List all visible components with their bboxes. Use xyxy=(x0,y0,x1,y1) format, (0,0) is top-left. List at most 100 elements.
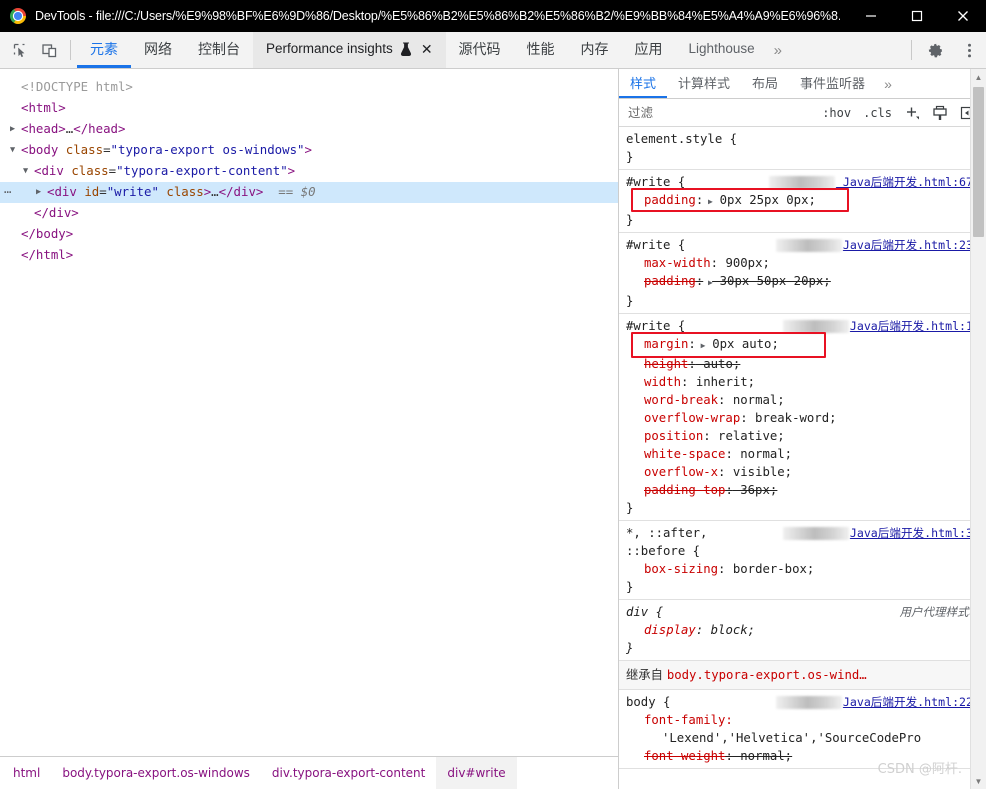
dom-node-selected[interactable]: ⋯ ▶ <div id = "write" class >… </div> == $0 xyxy=(0,182,618,203)
css-declaration[interactable]: position: relative; xyxy=(626,427,986,445)
css-property-value[interactable]: 0px auto; xyxy=(705,337,779,351)
scroll-up-arrow[interactable]: ▲ xyxy=(971,69,986,85)
css-selector[interactable]: body { xyxy=(626,693,670,711)
dom-node[interactable]: ▼ <body class = "typora-export os-windows" > xyxy=(0,140,618,161)
tab-lighthouse[interactable]: Lighthouse xyxy=(676,32,768,68)
styles-scrollbar[interactable]: ▲ ▼ xyxy=(970,69,986,789)
css-selector[interactable]: element.style { xyxy=(626,130,737,148)
css-property-value[interactable]: auto; xyxy=(696,357,740,371)
breadcrumb-item[interactable]: div#write xyxy=(436,757,517,789)
dom-node[interactable]: </div> xyxy=(0,203,618,224)
css-property-name[interactable]: margin xyxy=(644,337,688,351)
css-property-name[interactable]: padding-top xyxy=(644,483,725,497)
tab-event-listeners[interactable]: 事件监听器 xyxy=(789,69,876,98)
dom-node[interactable]: </body> xyxy=(0,224,618,245)
css-property-name[interactable]: width xyxy=(644,375,681,389)
filter-input[interactable] xyxy=(619,104,817,121)
css-declaration[interactable]: padding: ▶ 30px 50px 20px; xyxy=(626,272,986,292)
css-property-name[interactable]: position xyxy=(644,429,703,443)
inspect-cursor-icon[interactable] xyxy=(6,32,35,68)
breadcrumb-item[interactable]: div.typora-export-content xyxy=(261,757,436,789)
css-property-value[interactable]: border-box; xyxy=(725,562,814,576)
tab-performance-insights[interactable]: Performance insights ✕ xyxy=(253,32,446,68)
css-declaration[interactable]: padding: ▶ 0px 25px 0px; xyxy=(626,191,986,211)
dom-node[interactable]: ▶ <head>… </head> xyxy=(0,119,618,140)
css-selector[interactable]: #write { xyxy=(626,317,685,335)
minimize-button[interactable] xyxy=(848,0,894,32)
maximize-button[interactable] xyxy=(894,0,940,32)
disclosure-triangle-icon[interactable]: ▶ xyxy=(36,182,47,203)
tab-sources[interactable]: 源代码 xyxy=(446,32,514,68)
stylesheet-origin-link[interactable]: Java后端开发.html:14 xyxy=(782,317,986,335)
css-property-name[interactable]: display xyxy=(644,623,696,637)
css-declaration[interactable]: width: inherit; xyxy=(626,373,986,391)
tab-console[interactable]: 控制台 xyxy=(185,32,253,68)
more-tabs-button[interactable]: » xyxy=(768,32,790,68)
css-property-name[interactable]: height xyxy=(644,357,688,371)
css-property-value[interactable]: 30px 50px 20px; xyxy=(712,274,831,288)
css-property-value[interactable]: block; xyxy=(703,623,755,637)
tab-application[interactable]: 应用 xyxy=(622,32,676,68)
cls-button[interactable]: .cls xyxy=(857,106,898,120)
css-property-name[interactable]: white-space xyxy=(644,447,725,461)
stylesheet-origin-link[interactable]: Java后端开发.html:31 xyxy=(782,524,986,542)
node-overflow-marker[interactable]: ⋯ xyxy=(4,182,12,203)
css-declaration[interactable]: height: auto; xyxy=(626,355,986,373)
css-selector[interactable]: #write { xyxy=(626,173,685,191)
dom-node[interactable]: </html> xyxy=(0,245,618,266)
css-property-name[interactable]: padding xyxy=(644,274,696,288)
css-property-value[interactable]: 36px; xyxy=(733,483,777,497)
css-declaration[interactable]: font-family: xyxy=(626,711,986,729)
tab-network[interactable]: 网络 xyxy=(131,32,185,68)
css-property-name[interactable]: padding xyxy=(644,193,696,207)
breadcrumb-item[interactable]: body.typora-export.os-windows xyxy=(51,757,261,789)
tab-computed[interactable]: 计算样式 xyxy=(667,69,741,98)
css-property-value[interactable]: : normal; xyxy=(725,749,792,763)
close-button[interactable] xyxy=(940,0,986,32)
css-property-name[interactable]: font-family: xyxy=(644,713,733,727)
css-declaration[interactable]: padding-top: 36px; xyxy=(626,481,986,499)
css-property-value[interactable]: break-word; xyxy=(748,411,836,425)
stylesheet-origin-link[interactable]: Java后端开发.html:223 xyxy=(775,693,986,711)
gear-icon[interactable] xyxy=(918,32,952,68)
tab-performance[interactable]: 性能 xyxy=(514,32,568,68)
css-declaration[interactable]: font-weight: normal; xyxy=(626,747,986,765)
tab-elements[interactable]: 元素 xyxy=(77,32,131,68)
disclosure-triangle-icon[interactable]: ▼ xyxy=(10,140,21,161)
breadcrumb-item[interactable]: html xyxy=(0,757,51,789)
css-declaration[interactable]: overflow-x: visible; xyxy=(626,463,986,481)
device-toolbar-icon[interactable] xyxy=(35,32,64,68)
css-declaration[interactable]: box-sizing: border-box; xyxy=(626,560,986,578)
inherited-from-selector[interactable]: body.typora-export.os-wind… xyxy=(667,668,867,682)
css-selector[interactable]: div { xyxy=(626,603,663,621)
css-property-value[interactable]: relative; xyxy=(711,429,785,443)
disclosure-triangle-icon[interactable]: ▶ xyxy=(10,119,21,140)
css-declaration[interactable]: white-space: normal; xyxy=(626,445,986,463)
css-rules-list[interactable]: element.style {} #write {_Java后端开发.html:6… xyxy=(619,127,986,789)
css-property-value[interactable]: normal; xyxy=(725,393,785,407)
expand-shorthand-icon[interactable]: ▶ xyxy=(696,337,706,355)
css-property-value[interactable]: 'Lexend','Helvetica','SourceCodePro xyxy=(626,729,986,747)
css-declaration[interactable]: display: block; xyxy=(626,621,986,639)
css-selector[interactable]: *, ::after, xyxy=(626,524,707,542)
css-property-name[interactable]: word-break xyxy=(644,393,718,407)
css-declaration[interactable]: word-break: normal; xyxy=(626,391,986,409)
stylesheet-origin-link[interactable]: Java后端开发.html:231 xyxy=(775,236,986,254)
css-selector-continued[interactable]: ::before { xyxy=(626,542,986,560)
css-property-value[interactable]: visible; xyxy=(725,465,792,479)
disclosure-triangle-icon[interactable]: ▼ xyxy=(23,161,34,182)
tab-memory[interactable]: 内存 xyxy=(568,32,622,68)
tab-layout[interactable]: 布局 xyxy=(741,69,789,98)
scrollbar-thumb[interactable] xyxy=(973,87,984,237)
css-declaration[interactable]: max-width: 900px; xyxy=(626,254,986,272)
stylesheet-origin-link[interactable]: _Java后端开发.html:674 xyxy=(768,173,986,191)
plus-icon[interactable] xyxy=(898,105,926,121)
dom-node[interactable]: ▼ <div class = "typora-export-content" > xyxy=(0,161,618,182)
scroll-down-arrow[interactable]: ▼ xyxy=(971,773,986,789)
css-property-value[interactable]: 900px; xyxy=(718,256,769,270)
print-preview-icon[interactable] xyxy=(926,105,954,121)
hov-button[interactable]: :hov xyxy=(816,106,857,120)
css-property-name[interactable]: box-sizing xyxy=(644,562,718,576)
expand-shorthand-icon[interactable]: ▶ xyxy=(703,274,713,292)
css-property-value[interactable]: inherit; xyxy=(688,375,755,389)
